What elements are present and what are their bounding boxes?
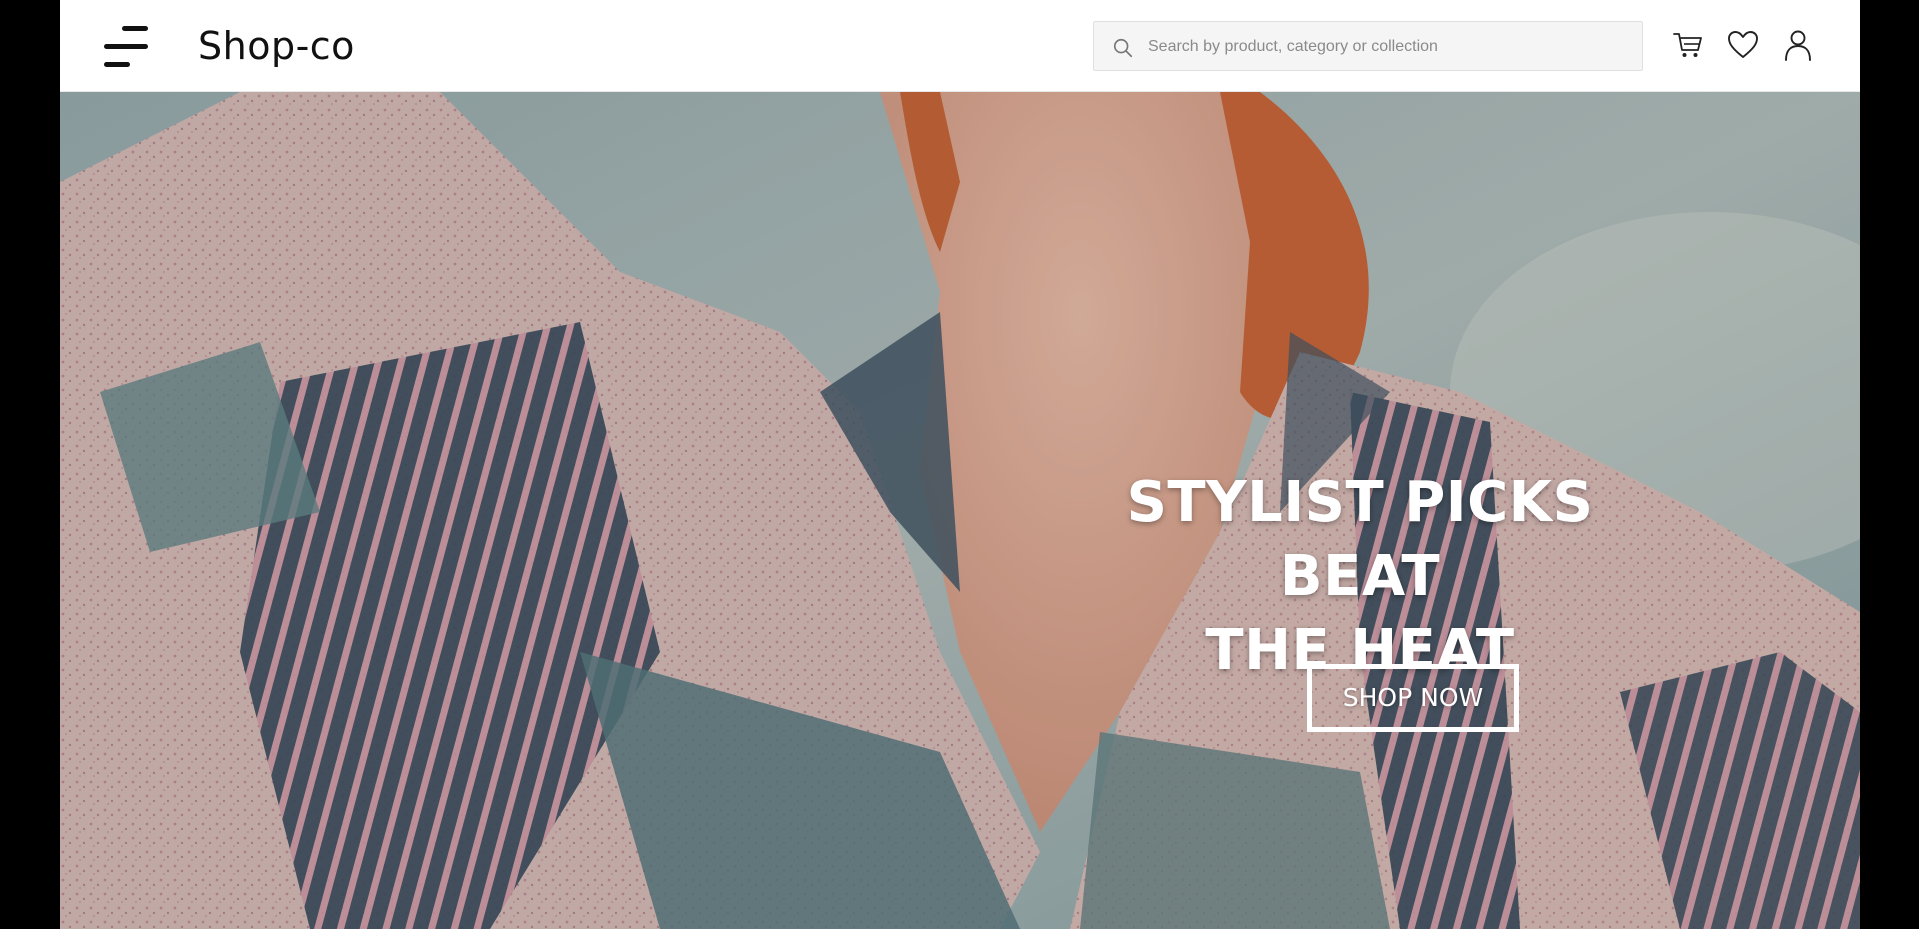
site-header: Shop-co (60, 0, 1860, 92)
menu-icon (122, 26, 148, 31)
browser-frame: Shop-co Search by product, category or c… (0, 0, 1919, 929)
menu-icon-bar (104, 62, 130, 67)
hero-banner: STYLIST PICKS BEAT THE HEAT SHOP NOW (60, 92, 1860, 929)
search-icon (1113, 38, 1133, 58)
page: Shop-co Search by product, category or c… (60, 0, 1860, 929)
hero-headline: STYLIST PICKS BEAT THE HEAT (1060, 466, 1660, 688)
heart-icon[interactable] (1726, 28, 1760, 62)
shop-now-button[interactable]: SHOP NOW (1307, 664, 1519, 732)
user-icon[interactable] (1781, 28, 1815, 62)
search-input[interactable] (1146, 22, 1630, 72)
menu-icon-bar (104, 44, 148, 49)
menu-button[interactable] (104, 24, 150, 70)
search-box[interactable] (1093, 21, 1643, 72)
site-logo[interactable]: Shop-co (198, 22, 355, 70)
hero-headline-line-1: STYLIST PICKS BEAT (1126, 470, 1594, 609)
cart-icon[interactable] (1671, 28, 1705, 62)
